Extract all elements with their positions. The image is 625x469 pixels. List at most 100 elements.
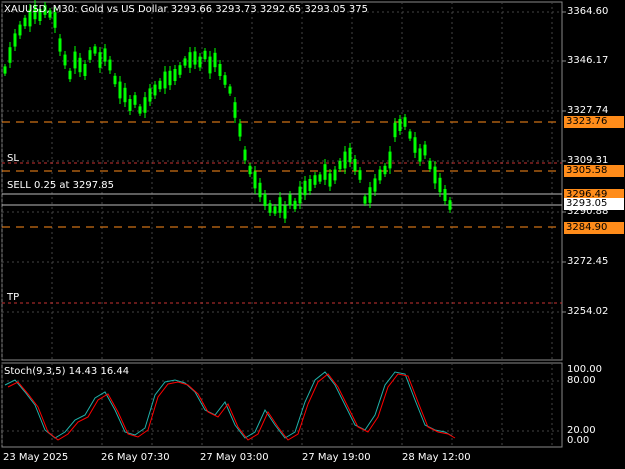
candle-body <box>278 197 282 213</box>
candle-body <box>428 160 432 170</box>
tp-level-box: 3323.76 <box>564 116 624 128</box>
candle-body <box>368 187 372 203</box>
price-tick: 3346.17 <box>567 55 609 66</box>
price-tick: 3364.60 <box>567 6 609 17</box>
candle-body <box>23 17 27 27</box>
candle-body <box>288 194 292 206</box>
candle-body <box>228 86 232 94</box>
candle-body <box>168 70 172 86</box>
tp-label: TP <box>7 292 20 303</box>
candle-body <box>388 151 392 169</box>
price-chart[interactable] <box>0 0 625 469</box>
candle-body <box>138 106 142 114</box>
candle-body <box>293 200 297 210</box>
level-box: 3305.58 <box>564 165 624 177</box>
candle-body <box>323 164 327 180</box>
candle-body <box>133 95 137 105</box>
candle-body <box>123 87 127 103</box>
candle-body <box>128 99 132 111</box>
candle-body <box>243 149 247 161</box>
candle-body <box>13 33 17 47</box>
stoch-tick: 80.00 <box>567 375 596 386</box>
candle-body <box>363 196 367 204</box>
candle-body <box>263 194 267 206</box>
candle-body <box>413 137 417 153</box>
candle-body <box>353 159 357 171</box>
candle-body <box>373 178 377 192</box>
candle-body <box>188 52 192 68</box>
candle-body <box>238 123 242 137</box>
candle-body <box>358 170 362 180</box>
time-label: 27 May 19:00 <box>302 452 371 463</box>
price-tick: 3272.45 <box>567 256 609 267</box>
candle-body <box>448 200 452 210</box>
candle-body <box>103 48 107 62</box>
candle-body <box>408 131 412 139</box>
candle-body <box>298 186 302 204</box>
candle-body <box>273 206 277 214</box>
time-label: 23 May 2025 <box>3 452 69 463</box>
time-label: 26 May 07:30 <box>101 452 170 463</box>
candle-body <box>308 179 312 191</box>
candle-body <box>83 64 87 76</box>
candle-body <box>423 144 427 156</box>
candle-body <box>3 66 7 74</box>
sl-label: SL <box>7 153 19 164</box>
candle-body <box>328 173 332 187</box>
time-label: 28 May 12:00 <box>402 452 471 463</box>
candle-body <box>198 56 202 68</box>
candle-body <box>223 75 227 85</box>
candle-body <box>163 71 167 89</box>
candle-body <box>253 171 257 189</box>
stoch-signal-line <box>7 373 456 441</box>
candle-body <box>213 52 217 68</box>
candle-body <box>258 182 262 198</box>
candle-body <box>203 50 207 60</box>
candle-body <box>303 180 307 196</box>
candle-body <box>313 175 317 185</box>
candle-body <box>73 51 77 69</box>
candle-body <box>88 50 92 60</box>
candle-body <box>93 46 97 54</box>
candle-body <box>333 169 337 181</box>
price-tick: 3327.74 <box>567 105 609 116</box>
candle-body <box>208 56 212 74</box>
candle-body <box>403 117 407 127</box>
candle-body <box>338 160 342 170</box>
candle-body <box>193 51 197 65</box>
chart-header: XAUUSD, M30: Gold vs US Dollar 3293.66 3… <box>4 4 368 15</box>
candle-body <box>98 52 102 68</box>
candle-body <box>433 166 437 184</box>
stoch-tick: 100.00 <box>567 364 602 375</box>
candle-body <box>148 88 152 102</box>
candle-body <box>248 165 252 175</box>
candle-body <box>218 64 222 76</box>
sell-order-label: SELL 0.25 at 3297.85 <box>7 180 115 191</box>
candle-body <box>178 65 182 75</box>
candle-body <box>348 147 352 163</box>
candle-body <box>183 58 187 66</box>
stoch-label: Stoch(9,3,5) 14.43 16.44 <box>4 366 130 377</box>
stoch-tick: 0.00 <box>567 435 590 446</box>
candle-body <box>68 70 72 80</box>
candle-body <box>8 47 12 63</box>
candle-body <box>18 24 22 36</box>
candle-body <box>113 75 117 85</box>
candle-body <box>418 148 422 162</box>
candle-body <box>118 81 122 99</box>
candle-body <box>318 174 322 182</box>
candle-body <box>63 54 67 66</box>
candle-body <box>78 57 82 73</box>
price-tick: 3254.02 <box>567 306 609 317</box>
candle-body <box>398 119 402 131</box>
candle-body <box>443 189 447 201</box>
candle-body <box>233 102 237 118</box>
candle-body <box>173 69 177 81</box>
candle-body <box>378 169 382 181</box>
candle-body <box>153 84 157 96</box>
candle-body <box>108 59 112 71</box>
candle-body <box>158 80 162 90</box>
candle-body <box>438 177 442 193</box>
time-label: 27 May 03:00 <box>200 452 269 463</box>
candle-body <box>393 122 397 138</box>
